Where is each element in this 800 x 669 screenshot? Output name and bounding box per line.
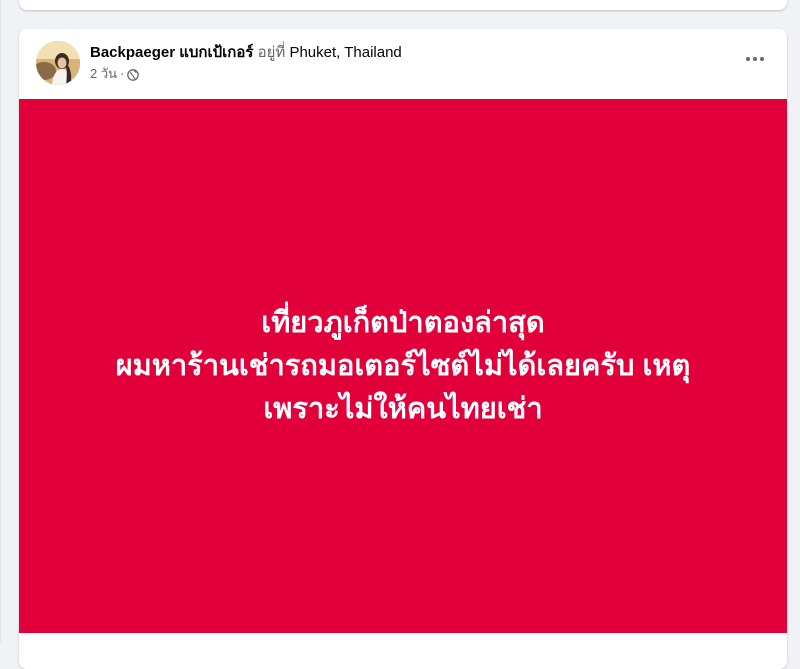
previous-post-card [19,0,787,10]
location-link[interactable]: Phuket, Thailand [289,44,401,61]
post-timestamp[interactable]: 2 วัน [90,65,117,83]
more-horizontal-icon [746,57,764,61]
author-avatar[interactable] [36,41,80,85]
post-meta: 2 วัน · [90,65,140,83]
author-name-link[interactable]: Backpaeger แบกเป้เกอร์ [90,44,253,61]
viewport-edge [0,0,1,643]
globe-icon[interactable] [127,68,140,81]
post-text-image[interactable]: เที่ยวภูเก็ตป่าตองล่าสุด ผมหาร้านเช่ารถม… [19,99,787,633]
post-header-line: Backpaeger แบกเป้เกอร์ อยู่ที่ Phuket, T… [90,43,402,63]
avatar-photo [36,41,80,85]
post-footer [19,633,787,669]
more-options-button[interactable] [737,41,773,77]
meta-separator: · [120,66,125,81]
post-card: Backpaeger แบกเป้เกอร์ อยู่ที่ Phuket, T… [19,29,787,669]
post-image-line: เที่ยวภูเก็ตป่าตองล่าสุด [261,306,545,339]
post-image-text: เที่ยวภูเก็ตป่าตองล่าสุด ผมหาร้านเช่ารถม… [33,302,773,431]
post-image-line: เพราะไม่ให้คนไทยเช่า [263,392,543,425]
at-location-label: อยู่ที่ [257,44,286,61]
post-image-line: ผมหาร้านเช่ารถมอเตอร์ไซต์ไม่ได้เลยครับ เ… [115,349,691,382]
